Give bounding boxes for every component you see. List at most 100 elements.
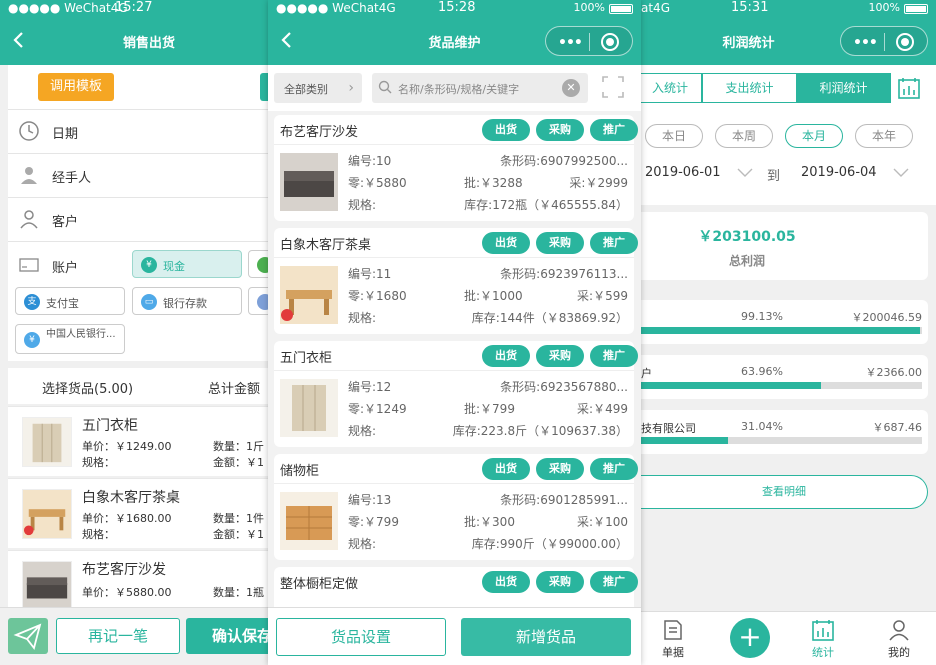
bank-deposit-option[interactable]: ▭ 银行存款: [132, 287, 242, 315]
goods-card[interactable]: 五门衣柜 出货 采购 推广 编号:12 条形码:6923567880... 零:￥1249 批…: [274, 341, 638, 447]
goods-purchase-price: 采:￥2999: [569, 176, 628, 190]
view-details-button[interactable]: 查看明细: [641, 475, 928, 509]
page-title: 利润统计: [722, 36, 775, 51]
back-arrow-icon[interactable]: [8, 29, 30, 51]
bank-card-icon: ▭: [141, 294, 157, 310]
goods-action-promote-button[interactable]: 推广: [590, 458, 638, 480]
goods-action-purchase-button[interactable]: 采购: [536, 119, 584, 141]
add-record-button[interactable]: +: [730, 618, 770, 658]
scan-icon[interactable]: [601, 75, 625, 99]
cash-option[interactable]: ¥ 现金: [132, 250, 242, 278]
profit-row-bar-fill: [641, 327, 920, 334]
list-item[interactable]: 五门衣柜 单价：￥1249.00 规格： 数量：1斤 金额：￥1: [8, 406, 268, 476]
goods-stock: 库存:144件（￥83869.92）: [471, 311, 628, 325]
goods-spec: 规格:: [348, 537, 377, 551]
profit-row[interactable]: 户 63.96% ￥2366.00: [641, 355, 928, 399]
goods-card[interactable]: 布艺客厅沙发 出货 采购 推广 编号:10 条形码:6907992500... 零:￥588…: [274, 115, 638, 221]
goods-action-ship-button[interactable]: 出货: [482, 345, 530, 367]
tab-income[interactable]: 入统计: [641, 73, 702, 103]
goods-card[interactable]: 白象木客厅茶桌 出货 采购 推广 编号:11 条形码:6923976113... 零:￥16…: [274, 228, 638, 334]
goods-stock: 库存:223.8斤（￥109637.38）: [452, 424, 628, 438]
period-year[interactable]: 本年: [855, 124, 913, 148]
calendar-chart-icon[interactable]: [897, 76, 921, 100]
tab-profit[interactable]: 利润统计: [796, 73, 891, 103]
goods-stock: 库存:172瓶（￥465555.84）: [464, 198, 628, 212]
goods-photo: [280, 153, 338, 211]
close-miniprogram-icon[interactable]: [896, 33, 914, 51]
goods-code: 编号:13: [348, 493, 392, 507]
list-item[interactable]: 白象木客厅茶桌 单价：￥1680.00 规格： 数量：1件 金额：￥1: [8, 478, 268, 548]
add-goods-button[interactable]: 新增货品: [461, 618, 631, 656]
date-field[interactable]: 日期: [8, 109, 268, 153]
alipay-icon: 支: [24, 294, 40, 310]
tab-mine[interactable]: 我的: [879, 618, 919, 660]
goods-action-promote-button[interactable]: 推广: [590, 119, 638, 141]
nav-bar: 销售出货: [0, 17, 268, 65]
wechat-icon: [257, 257, 268, 273]
profit-row-percent: 99.13%: [741, 310, 783, 323]
tab-expense[interactable]: 支出统计: [702, 73, 797, 103]
pboc-option[interactable]: ¥ 中国人民银行...: [15, 324, 125, 354]
selected-goods-header[interactable]: 选择货品(5.00) 总计金额: [8, 368, 268, 404]
profit-row-bar-track: [641, 382, 922, 389]
period-today[interactable]: 本日: [645, 124, 703, 148]
profit-row-bar-track: [641, 327, 922, 334]
tab-documents[interactable]: 单据: [653, 618, 693, 660]
date-to[interactable]: 2019-06-04: [801, 165, 877, 180]
goods-barcode: 条形码:6907992500...: [500, 154, 628, 168]
profit-row[interactable]: 99.13% ￥200046.59: [641, 300, 928, 344]
teal-side-button[interactable]: [260, 73, 268, 101]
item-name: 五门衣柜: [82, 418, 138, 434]
goods-action-ship-button[interactable]: 出货: [482, 571, 530, 593]
goods-action-ship-button[interactable]: 出货: [482, 232, 530, 254]
goods-photo: [280, 492, 338, 550]
more-icon[interactable]: •••: [558, 35, 583, 51]
period-month[interactable]: 本月: [785, 124, 843, 148]
alipay-option[interactable]: 支 支付宝: [15, 287, 125, 315]
clear-icon[interactable]: ✕: [562, 79, 580, 97]
capsule-divider: [589, 33, 590, 51]
goods-action-promote-button[interactable]: 推广: [590, 571, 638, 593]
goods-purchase-price: 采:￥100: [577, 515, 628, 529]
more-icon[interactable]: •••: [853, 35, 878, 51]
use-template-button[interactable]: 调用模板: [38, 73, 114, 101]
more-account-option[interactable]: [248, 287, 268, 315]
send-button[interactable]: [8, 618, 48, 654]
confirm-save-button[interactable]: 确认保存: [186, 618, 268, 654]
goods-action-purchase-button[interactable]: 采购: [536, 458, 584, 480]
tab-stats[interactable]: 统计: [803, 618, 843, 660]
record-again-button[interactable]: 再记一笔: [56, 618, 180, 654]
goods-action-promote-button[interactable]: 推广: [590, 345, 638, 367]
cash-icon: ¥: [141, 257, 157, 273]
search-input[interactable]: 名称/条形码/规格/关键字 ✕: [372, 73, 588, 103]
goods-settings-button[interactable]: 货品设置: [276, 618, 446, 656]
page-title: 销售出货: [122, 36, 175, 51]
goods-action-purchase-button[interactable]: 采购: [536, 345, 584, 367]
goods-action-ship-button[interactable]: 出货: [482, 119, 530, 141]
customer-field[interactable]: 客户: [8, 197, 268, 241]
wechat-option[interactable]: [248, 250, 268, 278]
category-select[interactable]: 全部类别 ›: [274, 73, 362, 103]
close-miniprogram-icon[interactable]: [601, 33, 619, 51]
status-bar: at4G 15:31 100%: [641, 0, 936, 17]
handler-field[interactable]: 经手人: [8, 153, 268, 197]
clock: 15:27: [115, 0, 153, 15]
goods-screen: ●●●●● WeChat4G 15:28 100% 货品维护 ••• 全部类别 …: [268, 0, 641, 665]
goods-action-ship-button[interactable]: 出货: [482, 458, 530, 480]
chevron-right-icon: ›: [348, 80, 354, 96]
period-week[interactable]: 本周: [715, 124, 773, 148]
date-from[interactable]: 2019-06-01: [645, 165, 721, 180]
goods-purchase-price: 采:￥499: [577, 402, 628, 416]
goods-action-purchase-button[interactable]: 采购: [536, 571, 584, 593]
goods-wholesale-price: 批:￥1000: [464, 289, 523, 303]
bank-deposit-label: 银行存款: [163, 297, 207, 310]
goods-action-purchase-button[interactable]: 采购: [536, 232, 584, 254]
clock-icon: [19, 121, 39, 141]
goods-card[interactable]: 储物柜 出货 采购 推广 编号:13 条形码:6901285991... 零:￥799 批:￥…: [274, 454, 638, 560]
goods-action-promote-button[interactable]: 推广: [590, 232, 638, 254]
profit-row[interactable]: 技有限公司 31.04% ￥687.46: [641, 410, 928, 454]
goods-code: 编号:10: [348, 154, 392, 168]
tab-stats-label: 统计: [812, 646, 834, 659]
goods-barcode: 条形码:6923567880...: [500, 380, 628, 394]
battery-icon: [904, 4, 928, 14]
